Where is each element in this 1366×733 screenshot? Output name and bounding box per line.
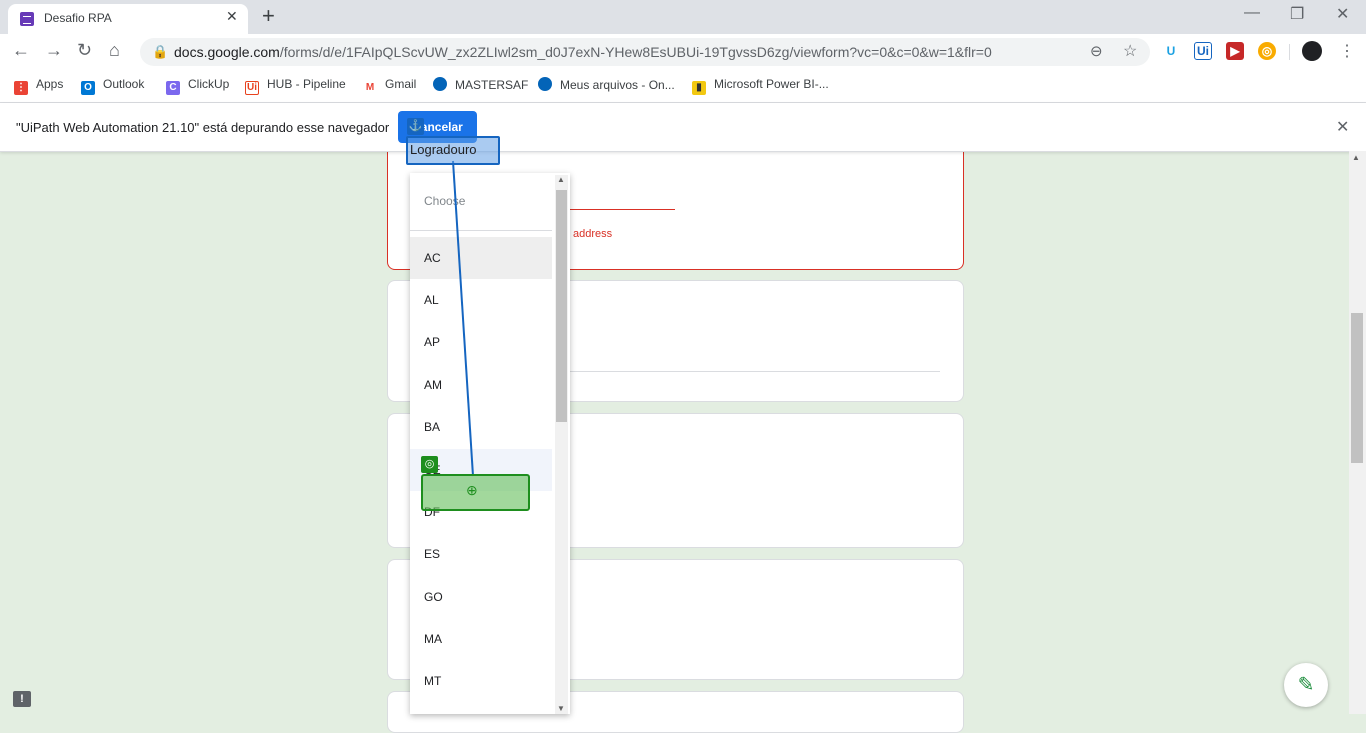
anchor-connector-line (452, 160, 474, 477)
target-icon: ◎ (421, 456, 438, 473)
anchor-label: Logradouro (410, 142, 477, 157)
crosshair-icon: ⊕ (466, 482, 478, 498)
anchor-icon: ⚓ (407, 118, 424, 135)
edit-pencil-icon[interactable]: ✎ (1284, 663, 1328, 707)
feedback-icon[interactable]: ! (13, 691, 31, 707)
